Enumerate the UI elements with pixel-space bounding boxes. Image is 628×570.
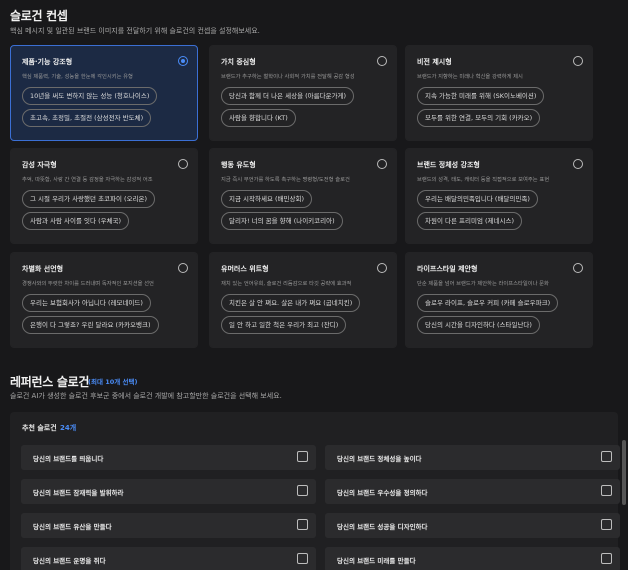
reference-slogan-checkbox[interactable] — [601, 485, 612, 496]
reference-slogan-item[interactable]: 당신의 브랜드 잠재력을 발휘하라 — [21, 479, 316, 504]
concept-card-title: 브랜드 정체성 강조형 — [417, 161, 480, 169]
recommend-count: 24개 — [60, 424, 77, 432]
reference-slogan-label: 당신의 브랜드 정체성을 높이다 — [337, 455, 422, 463]
concept-card[interactable]: 가치 중심형브랜드가 추구하는 철학이나 사회적 가치를 전달해 공감 형성당신… — [209, 45, 397, 141]
reference-slogan-checkbox[interactable] — [297, 553, 308, 564]
concept-card[interactable]: 브랜드 정체성 강조형브랜드의 성격, 태도, 캐릭터 등을 직접적으로 보여주… — [405, 148, 593, 244]
concept-card-description: 단순 제품을 넘어 브랜드가 제안하는 라이프스타일이나 문화 — [417, 281, 549, 287]
concept-card[interactable]: 감성 자극형추억, 따뜻함, 사랑 간 연결 등 감정을 자극하는 감성적 어조… — [10, 148, 198, 244]
scrollbar[interactable] — [622, 440, 626, 505]
reference-slogan-item[interactable]: 당신의 브랜드 성공을 디자인하다 — [325, 513, 620, 538]
concept-card[interactable]: 행동 유도형지금 즉시 무언가를 하도록 촉구하는 명령형/도전형 슬로건지금 … — [209, 148, 397, 244]
concept-card-title: 라이프스타일 제안형 — [417, 265, 478, 273]
reference-title: 레퍼런스 슬로건 — [10, 375, 90, 389]
concept-card[interactable]: 비전 제시형브랜드가 지향하는 미래나 혁신을 강력하게 제시지속 가능한 미래… — [405, 45, 593, 141]
reference-slogan-item[interactable]: 당신의 브랜드 우수성을 정의하다 — [325, 479, 620, 504]
concept-radio[interactable] — [573, 159, 583, 169]
reference-slogan-checkbox[interactable] — [601, 553, 612, 564]
concept-card-description: 브랜드가 추구하는 철학이나 사회적 가치를 전달해 공감 형성 — [221, 74, 355, 80]
concept-card-title: 제품·기능 강조형 — [22, 58, 73, 66]
concept-card[interactable]: 차별화 선언형경쟁사와의 뚜렷한 차이를 드러내며 독자적인 포지션을 선언우리… — [10, 252, 198, 348]
concept-radio[interactable] — [573, 56, 583, 66]
reference-slogan-label: 당신의 브랜드 성공을 디자인하다 — [337, 523, 428, 531]
concept-card-description: 지금 즉시 무언가를 하도록 촉구하는 명령형/도전형 슬로건 — [221, 177, 350, 183]
concept-example-pill: 차원이 다른 프리미엄 (제네시스) — [417, 212, 523, 230]
concept-example-pill: 초고속, 초정밀, 초절전 (삼성전자 반도체) — [22, 109, 152, 127]
concept-example-pill: 사람과 사람 사이를 잇다 (우체국) — [22, 212, 130, 230]
concept-example-pill: 슬로우 라이프, 슬로우 커피 (카페 슬로우파크) — [417, 294, 559, 312]
reference-slogan-item[interactable]: 당신의 브랜드 정체성을 높이다 — [325, 445, 620, 470]
concept-example-pill: 그 시절 우리가 사랑했던 초코파이 (오리온) — [22, 190, 156, 208]
concept-example-pill: 당신의 시간을 디자인하다 (스타일난다) — [417, 316, 540, 334]
concept-example-pill: 달리자! 너의 꿈을 향해 (나이키코리아) — [221, 212, 343, 230]
concept-card-description: 경쟁사와의 뚜렷한 차이를 드러내며 독자적인 포지션을 선언 — [22, 281, 154, 287]
concept-card-title: 비전 제시형 — [417, 58, 452, 66]
concept-example-pill: 우리는 보험회사가 아닙니다 (레모네이드) — [22, 294, 151, 312]
reference-slogan-label: 당신의 브랜드 운명을 쥐다 — [33, 557, 106, 565]
concept-example-pill: 모두를 위한 연결, 모두의 기회 (카카오) — [417, 109, 541, 127]
concept-card[interactable]: 제품·기능 강조형핵심 제품력, 기술, 성능을 한눈에 각인시키는 유형 10년… — [10, 45, 198, 141]
concept-card-description: 재치 있는 언어유희, 슬로건 리듬감으로 타깃 공략에 효과적 — [221, 281, 352, 287]
reference-description: 슬로건 AI가 생성한 슬로건 후보군 중에서 슬로건 개발에 참고할만한 슬로… — [10, 392, 282, 400]
concept-example-pill: 지속 가능한 미래를 위해 (SK이노베이션) — [417, 87, 545, 105]
concept-radio[interactable] — [178, 56, 188, 66]
concept-example-pill: 일 안 하고 일한 척은 우리가 최고 (잔디) — [221, 316, 347, 334]
concept-card-description: 브랜드가 지향하는 미래나 혁신을 강력하게 제시 — [417, 74, 523, 80]
reference-slogan-item[interactable]: 당신의 브랜드를 띄웁니다 — [21, 445, 316, 470]
slogan-concept-title: 슬로건 컨셉 — [10, 9, 68, 23]
concept-card[interactable]: 라이프스타일 제안형단순 제품을 넘어 브랜드가 제안하는 라이프스타일이나 문… — [405, 252, 593, 348]
concept-example-pill: 은행이 다 그렇죠? 우린 달라요 (카카오뱅크) — [22, 316, 159, 334]
recommend-label: 추천 슬로건 — [22, 424, 57, 432]
concept-example-pill: 지금 시작하세요 (배민상회) — [221, 190, 312, 208]
reference-slogan-checkbox[interactable] — [297, 451, 308, 462]
concept-example-pill: 우리는 배달의민족입니다 (배달의민족) — [417, 190, 538, 208]
slogan-concept-description: 핵심 메시지 및 일관된 브랜드 이미지를 전달하기 위해 슬로건의 컨셉을 설… — [10, 27, 260, 35]
reference-limit-badge: (최대 10개 선택) — [88, 378, 138, 386]
reference-slogan-label: 당신의 브랜드를 띄웁니다 — [33, 455, 104, 463]
concept-card-description: 추억, 따뜻함, 사랑 간 연결 등 감정을 자극하는 감성적 어조 — [22, 177, 153, 183]
concept-radio[interactable] — [573, 263, 583, 273]
reference-slogan-label: 당신의 브랜드 우수성을 정의하다 — [337, 489, 428, 497]
concept-radio[interactable] — [178, 263, 188, 273]
concept-example-pill: 10년을 써도 변하지 않는 성능 (청호나이스) — [22, 87, 158, 105]
concept-radio[interactable] — [377, 56, 387, 66]
reference-slogan-item[interactable]: 당신의 브랜드 유산을 만들다 — [21, 513, 316, 538]
reference-slogan-checkbox[interactable] — [601, 451, 612, 462]
concept-card-title: 가치 중심형 — [221, 58, 256, 66]
reference-panel: 추천 슬로건 24개 당신의 브랜드를 띄웁니다 당신의 브랜드 정체성을 높이다… — [10, 412, 620, 570]
reference-slogan-label: 당신의 브랜드 잠재력을 발휘하라 — [33, 489, 124, 497]
concept-card-description: 핵심 제품력, 기술, 성능을 한눈에 각인시키는 유형 — [22, 74, 133, 80]
concept-example-pill: 치킨은 살 안 쪄요. 살은 내가 쪄요 (굽네치킨) — [221, 294, 361, 312]
concept-example-pill: 사람을 향합니다 (KT) — [221, 109, 296, 127]
reference-slogan-label: 당신의 브랜드 유산을 만들다 — [33, 523, 112, 531]
reference-slogan-checkbox[interactable] — [297, 519, 308, 530]
reference-slogan-item[interactable]: 당신의 브랜드 미래를 만들다 — [325, 547, 620, 570]
concept-card-description: 브랜드의 성격, 태도, 캐릭터 등을 직접적으로 보여주는 표현 — [417, 177, 550, 183]
concept-example-pill: 당신과 함께 더 나은 세상을 (아름다운가게) — [221, 87, 355, 105]
reference-slogan-label: 당신의 브랜드 미래를 만들다 — [337, 557, 416, 565]
reference-slogan-item[interactable]: 당신의 브랜드 운명을 쥐다 — [21, 547, 316, 570]
concept-radio[interactable] — [178, 159, 188, 169]
reference-slogan-checkbox[interactable] — [297, 485, 308, 496]
concept-card-title: 감성 자극형 — [22, 161, 57, 169]
concept-card-title: 차별화 선언형 — [22, 265, 64, 273]
reference-slogan-checkbox[interactable] — [601, 519, 612, 530]
concept-radio[interactable] — [377, 159, 387, 169]
concept-radio[interactable] — [377, 263, 387, 273]
concept-card-title: 유머러스 위트형 — [221, 265, 269, 273]
concept-card[interactable]: 유머러스 위트형재치 있는 언어유희, 슬로건 리듬감으로 타깃 공략에 효과적… — [209, 252, 397, 348]
concept-card-title: 행동 유도형 — [221, 161, 256, 169]
